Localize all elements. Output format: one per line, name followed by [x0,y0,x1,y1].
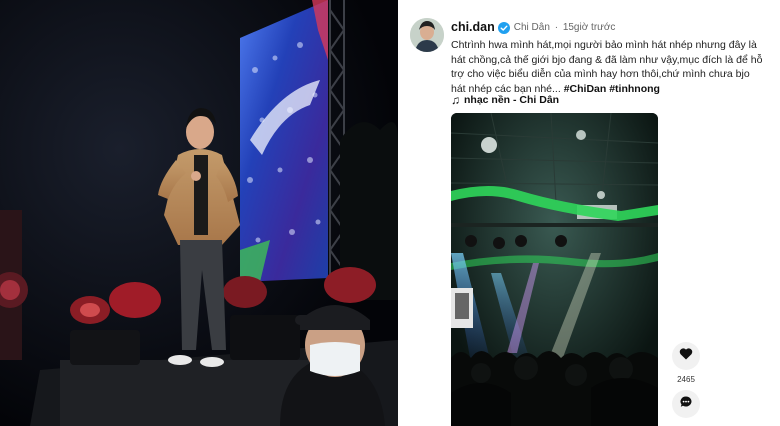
meta-separator: · [554,21,559,33]
music-link[interactable]: ♫ nhạc nền - Chi Dân [451,93,559,107]
hashtag-link[interactable]: #ChiDan [564,83,607,95]
music-label: nhạc nền - Chi Dân [464,94,560,106]
post-caption: Chtrình hwa mình hát,mọi người bảo mình … [451,38,766,96]
like-count: 2465 [677,375,695,384]
like-button[interactable] [672,342,700,370]
concert-photo [0,0,398,426]
avatar[interactable] [410,18,444,52]
username-link[interactable]: chi.dan [451,20,495,34]
verified-badge-icon [497,21,510,34]
video-player[interactable] [451,113,658,426]
comment-button[interactable] [672,390,700,418]
display-name: Chi Dân [513,21,550,33]
social-post: chi.dan Chi Dân · 15giờ trước Chtrình hw… [398,0,780,426]
post-meta: Chi Dân · 15giờ trước [514,22,616,33]
post-actions: 2465 [669,342,703,418]
hashtag-link[interactable]: #tinhnong [609,83,660,95]
comment-bubble-icon [679,395,693,414]
post-header: chi.dan Chi Dân · 15giờ trước [451,19,615,35]
heart-icon [679,347,693,365]
music-note-icon: ♫ [451,93,460,107]
post-time: 15giờ trước [562,21,616,33]
caption-text: Chtrình hwa mình hát,mọi người bảo mình … [451,39,763,95]
